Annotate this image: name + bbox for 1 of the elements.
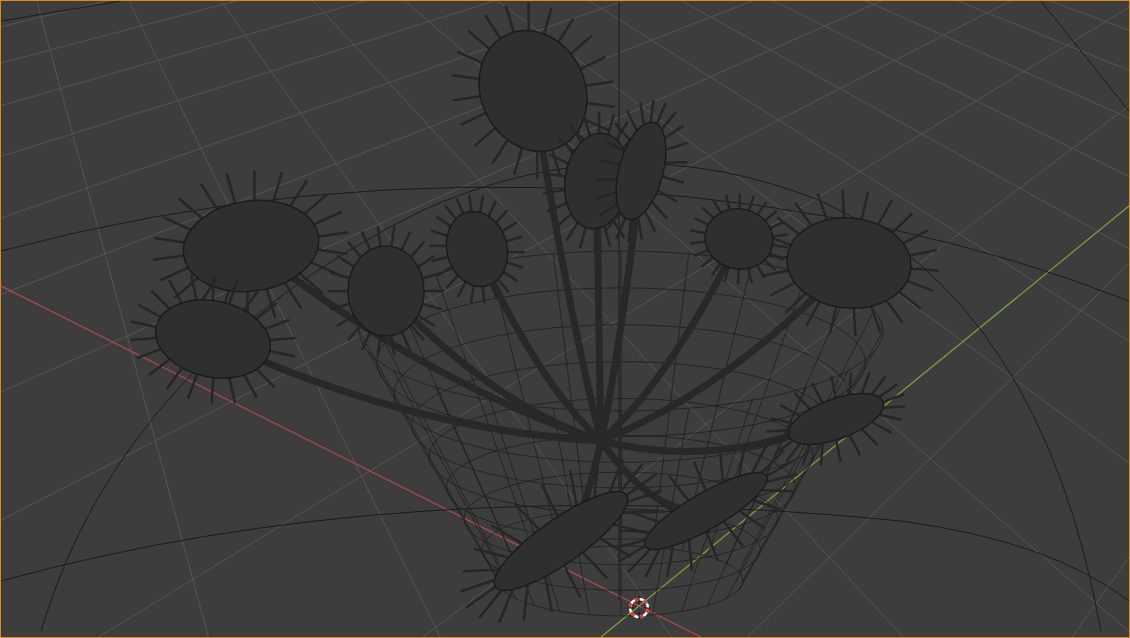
crosshair-icon[interactable] [626,595,652,621]
